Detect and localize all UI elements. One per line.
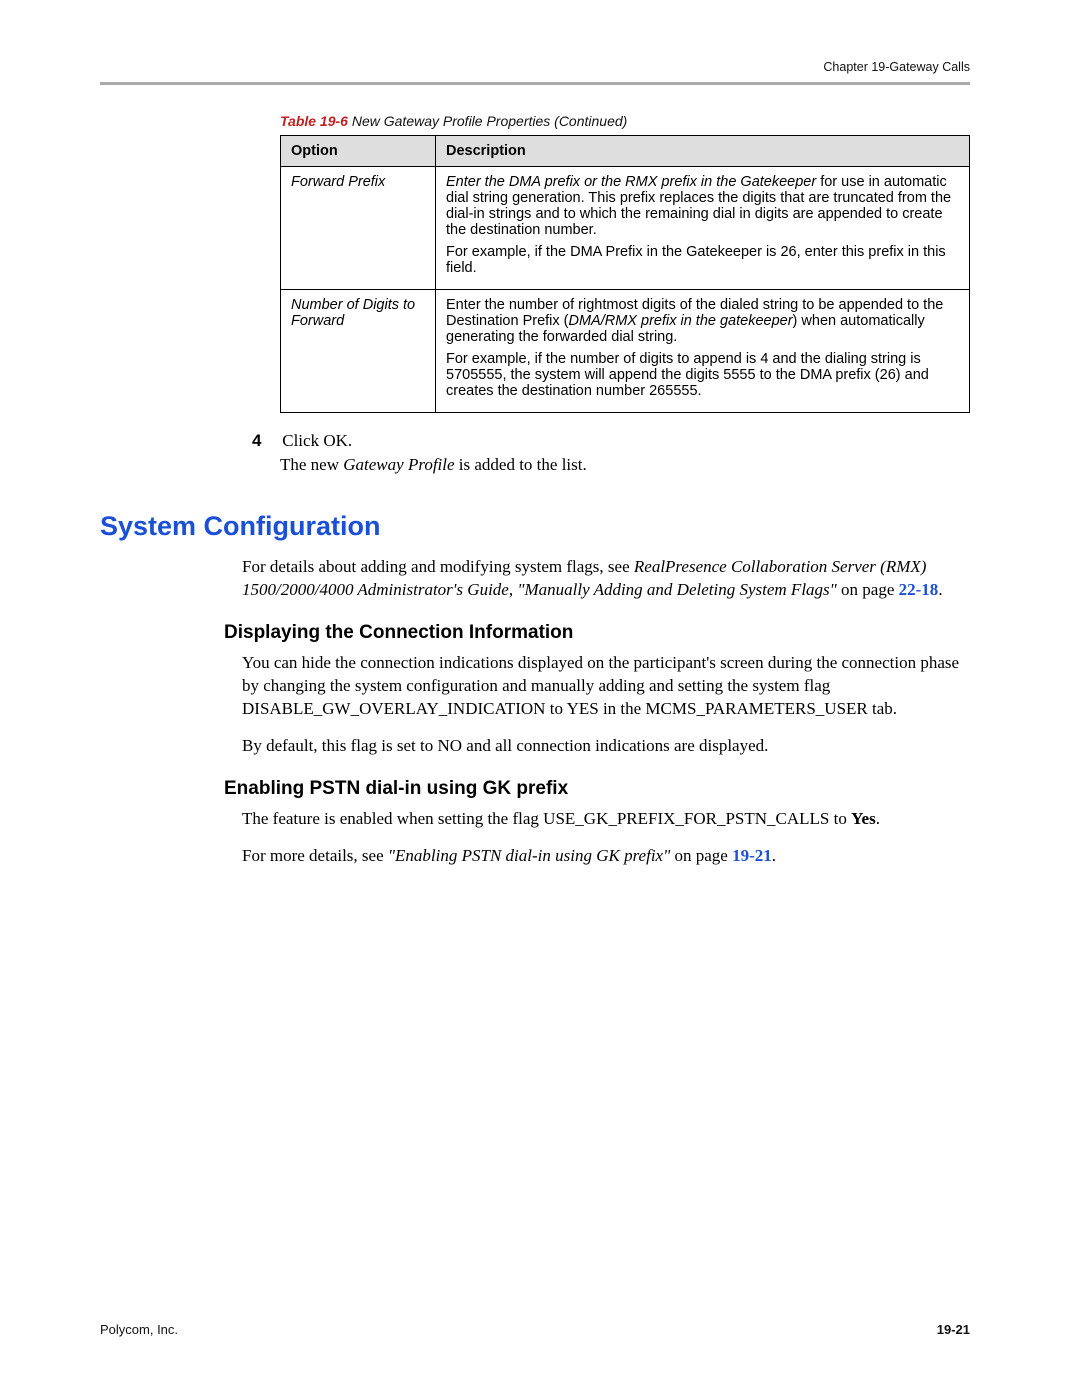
description-cell: Enter the number of rightmost digits of … — [436, 290, 970, 413]
xref-19-21[interactable]: 19-21 — [732, 846, 772, 865]
option-cell: Number of Digits to Forward — [281, 290, 436, 413]
table-caption: Table 19-6 New Gateway Profile Propertie… — [280, 113, 970, 129]
section-intro: For details about adding and modifying s… — [242, 556, 970, 602]
step-4: 4 Click OK. — [252, 431, 970, 451]
col-option: Option — [281, 136, 436, 167]
description-cell: Enter the DMA prefix or the RMX prefix i… — [436, 167, 970, 290]
header-rule — [100, 82, 970, 85]
step-number: 4 — [252, 431, 278, 451]
subsection-paragraph: For more details, see "Enabling PSTN dia… — [242, 845, 970, 868]
option-cell: Forward Prefix — [281, 167, 436, 290]
subsection-displaying-connection-info: Displaying the Connection Information — [224, 622, 970, 644]
desc-example: For example, if the number of digits to … — [446, 351, 959, 399]
subsection-paragraph: By default, this flag is set to NO and a… — [242, 735, 970, 758]
table-row: Forward Prefix Enter the DMA prefix or t… — [281, 167, 970, 290]
subsection-paragraph: The feature is enabled when setting the … — [242, 808, 970, 831]
caption-text: New Gateway Profile Properties (Continue… — [352, 113, 627, 129]
subsection-paragraph: You can hide the connection indications … — [242, 652, 970, 721]
desc-example: For example, if the DMA Prefix in the Ga… — [446, 244, 959, 276]
step-text: Click OK. — [282, 431, 352, 450]
flag-disable-gw-overlay: DISABLE_GW_OVERLAY_INDICATION — [242, 699, 545, 718]
properties-table: Option Description Forward Prefix Enter … — [280, 135, 970, 413]
footer-page-number: 19-21 — [937, 1322, 970, 1337]
caption-number: Table 19-6 — [280, 113, 348, 129]
xref-22-18[interactable]: 22-18 — [899, 580, 939, 599]
page-footer: Polycom, Inc. 19-21 — [100, 1322, 970, 1337]
chapter-header: Chapter 19-Gateway Calls — [100, 60, 970, 74]
section-title-system-configuration: System Configuration — [100, 511, 970, 542]
footer-company: Polycom, Inc. — [100, 1322, 178, 1337]
table-row: Number of Digits to Forward Enter the nu… — [281, 290, 970, 413]
col-description: Description — [436, 136, 970, 167]
desc-italic: Enter the DMA prefix or the RMX prefix i… — [446, 174, 816, 190]
flag-use-gk-prefix: USE_GK_PREFIX_FOR_PSTN_CALLS — [543, 809, 829, 828]
step-result: The new Gateway Profile is added to the … — [280, 455, 970, 475]
desc-italic: DMA/RMX prefix in the gatekeeper — [569, 313, 793, 329]
subsection-enabling-pstn: Enabling PSTN dial-in using GK prefix — [224, 778, 970, 800]
